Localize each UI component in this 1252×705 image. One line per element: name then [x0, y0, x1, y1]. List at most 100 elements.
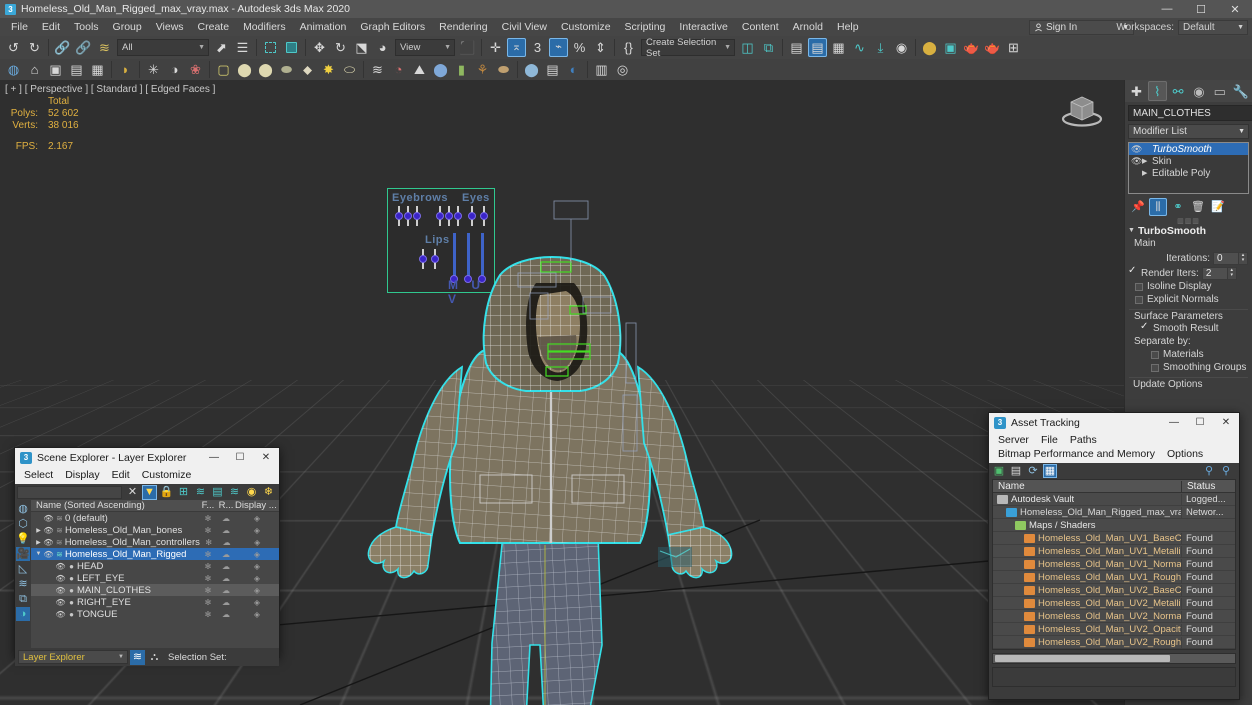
- select-and-link-icon[interactable]: 🔗: [53, 38, 72, 57]
- configure-modifier-sets-icon[interactable]: 📝: [1209, 198, 1227, 216]
- add-to-layer-icon[interactable]: ▤: [210, 485, 225, 500]
- menu-interactive[interactable]: Interactive: [672, 18, 734, 36]
- tab-hierarchy[interactable]: ⚯: [1169, 81, 1188, 101]
- eye-icon[interactable]: 👁: [43, 550, 54, 559]
- render-in-cloud-icon[interactable]: ⊞: [1004, 38, 1023, 57]
- vray-about-icon[interactable]: ◎: [613, 60, 632, 79]
- save-icon[interactable]: ▣: [992, 464, 1006, 478]
- window-crossing-toggle-icon[interactable]: [282, 38, 301, 57]
- vault-logout-icon[interactable]: ⚲: [1219, 464, 1233, 478]
- filter-icon[interactable]: ▼: [142, 484, 157, 500]
- smooth-result-row[interactable]: Smooth Result: [1129, 321, 1248, 335]
- make-unique-icon[interactable]: ⚭: [1169, 198, 1187, 216]
- vray-sphere-fade-icon[interactable]: ⬤: [431, 60, 450, 79]
- menu-graph-editors[interactable]: Graph Editors: [353, 18, 432, 36]
- vray-instancer-icon[interactable]: ⚘: [473, 60, 492, 79]
- asset-tracking-maximize[interactable]: ☐: [1187, 413, 1213, 432]
- materials-row[interactable]: Materials: [1129, 348, 1248, 361]
- list-view-icon[interactable]: ▤: [1009, 464, 1023, 478]
- at-menu-bitmap-performance[interactable]: Bitmap Performance and Memory: [992, 447, 1161, 461]
- show-end-result-icon[interactable]: ⫼: [1149, 198, 1167, 216]
- asset-row[interactable]: Homeless_Old_Man_Rigged_max_vray.maxNetw…: [993, 506, 1235, 519]
- scene-explorer-row[interactable]: 👁 ● LEFT_EYE ✻ ☁ ◈: [31, 572, 279, 584]
- snaps-toggle-icon[interactable]: ✛: [486, 38, 505, 57]
- menu-animation[interactable]: Animation: [293, 18, 354, 36]
- align-icon[interactable]: ⧉: [759, 38, 778, 57]
- reference-coordinate-select[interactable]: View ▼: [395, 39, 455, 56]
- search-input[interactable]: [17, 485, 122, 499]
- rendered-frame-window-icon[interactable]: ▣: [941, 38, 960, 57]
- hide-layer-icon[interactable]: ◉: [244, 485, 259, 500]
- asset-row[interactable]: Homeless_Old_Man_UV2_Opacity.pngFound: [993, 623, 1235, 636]
- layer-explorer-icon[interactable]: ▤: [787, 38, 806, 57]
- frozen-toggle-icon[interactable]: ✻: [199, 526, 217, 535]
- vray-displacement-icon[interactable]: ⬥: [298, 60, 317, 79]
- column-display[interactable]: Display ...: [235, 500, 279, 511]
- spinner-snap-icon[interactable]: ⇕: [591, 38, 610, 57]
- mirror-icon[interactable]: ◫: [738, 38, 757, 57]
- scene-explorer-row[interactable]: 👁 ● HEAD ✻ ☁ ◈: [31, 560, 279, 572]
- frozen-toggle-icon[interactable]: ✻: [199, 610, 217, 619]
- vray-dome-icon[interactable]: ⌂: [25, 60, 44, 79]
- menu-file[interactable]: File: [4, 18, 35, 36]
- vray-distance-tex-icon[interactable]: ▮: [452, 60, 471, 79]
- percent-snap-toggle-icon[interactable]: 3: [528, 38, 547, 57]
- hierarchy-view-icon[interactable]: ⛬: [147, 650, 162, 665]
- tab-create[interactable]: ✚: [1127, 81, 1146, 101]
- scene-explorer-row[interactable]: 👁 ● RIGHT_EYE ✻ ☁ ◈: [31, 596, 279, 608]
- frozen-toggle-icon[interactable]: ✻: [199, 514, 217, 523]
- frozen-toggle-icon[interactable]: ✻: [200, 538, 218, 547]
- explorer-mode-select[interactable]: Layer Explorer ▼: [18, 650, 128, 664]
- expand-icon[interactable]: ▶: [34, 539, 43, 546]
- panel-grip[interactable]: ▥▥▥: [1125, 217, 1252, 225]
- render-production-icon[interactable]: 🫖: [962, 38, 981, 57]
- eye-icon[interactable]: 👁: [43, 526, 54, 535]
- smooth-result-checkbox[interactable]: [1140, 321, 1149, 333]
- modifier-skin[interactable]: 👁 ▶ Skin: [1129, 155, 1248, 167]
- tab-modify[interactable]: ⌇: [1147, 81, 1167, 101]
- named-selection-set-select[interactable]: Create Selection Set ▼: [641, 37, 735, 59]
- tab-display[interactable]: ▭: [1210, 81, 1229, 101]
- sidebar-groups-icon[interactable]: ⧉: [16, 592, 30, 606]
- workspace-select[interactable]: Default ▼: [1178, 20, 1248, 35]
- edit-named-selection-sets-icon[interactable]: {}: [619, 38, 638, 57]
- sidebar-helpers-icon[interactable]: ◺: [16, 562, 30, 576]
- menu-scripting[interactable]: Scripting: [618, 18, 673, 36]
- column-frozen[interactable]: F...: [199, 500, 217, 511]
- iterations-stepper[interactable]: ▴ ▾: [1239, 251, 1248, 265]
- materials-checkbox[interactable]: [1151, 350, 1159, 359]
- vault-login-icon[interactable]: ⚲: [1202, 464, 1216, 478]
- modifier-list-dropdown[interactable]: Modifier List ▼: [1128, 124, 1249, 139]
- frozen-toggle-icon[interactable]: ✻: [199, 598, 217, 607]
- scene-explorer-close[interactable]: ✕: [253, 448, 279, 467]
- asset-tracking-minimize[interactable]: —: [1161, 413, 1187, 432]
- vray-dome-light-icon[interactable]: ⬭: [340, 60, 359, 79]
- isoline-display-row[interactable]: Isoline Display: [1129, 280, 1248, 293]
- maximize-button[interactable]: ☐: [1184, 0, 1218, 18]
- select-by-name-icon[interactable]: ☰: [233, 38, 252, 57]
- render-toggle-icon[interactable]: ☁: [217, 574, 235, 583]
- sidebar-bones-icon[interactable]: ◑: [16, 607, 30, 621]
- modifier-turbosmooth[interactable]: 👁 TurboSmooth: [1129, 143, 1248, 155]
- asset-row[interactable]: Autodesk Vault Logged...: [993, 493, 1235, 506]
- render-iters-value[interactable]: 2: [1201, 266, 1228, 280]
- update-options-label[interactable]: Update Options: [1129, 377, 1248, 391]
- eye-icon[interactable]: 👁: [1131, 144, 1142, 155]
- asset-row[interactable]: Homeless_Old_Man_UV2_BaseColor.pngFound: [993, 584, 1235, 597]
- iterations-value[interactable]: 0: [1213, 251, 1239, 265]
- percent-icon[interactable]: %: [570, 38, 589, 57]
- render-setup-icon[interactable]: ⬤: [920, 38, 939, 57]
- select-and-rotate-icon[interactable]: ↻: [331, 38, 350, 57]
- display-toggle-icon[interactable]: ◈: [235, 562, 279, 571]
- vray-frame-buffer-icon[interactable]: ▣: [46, 60, 65, 79]
- asset-row[interactable]: Homeless_Old_Man_UV2_Metallic.pngFound: [993, 597, 1235, 610]
- render-toggle-icon[interactable]: ☁: [218, 538, 236, 547]
- asset-tracking-grid[interactable]: Name Status Autodesk Vault Logged... Homel…: [992, 479, 1236, 650]
- menu-edit[interactable]: Edit: [35, 18, 67, 36]
- render-toggle-icon[interactable]: ☁: [217, 598, 235, 607]
- vray-scene-icon[interactable]: ⛰: [410, 60, 429, 79]
- modifier-stack[interactable]: 👁 TurboSmooth 👁 ▶ Skin ▶ Editable Poly: [1128, 142, 1249, 194]
- scene-explorer-row[interactable]: 👁 ● MAIN_CLOTHES ✻ ☁ ◈: [31, 584, 279, 596]
- clear-search-icon[interactable]: ✕: [125, 485, 140, 500]
- asset-tracking-window[interactable]: 3 Asset Tracking — ☐ ✕ Server File Paths…: [988, 412, 1240, 700]
